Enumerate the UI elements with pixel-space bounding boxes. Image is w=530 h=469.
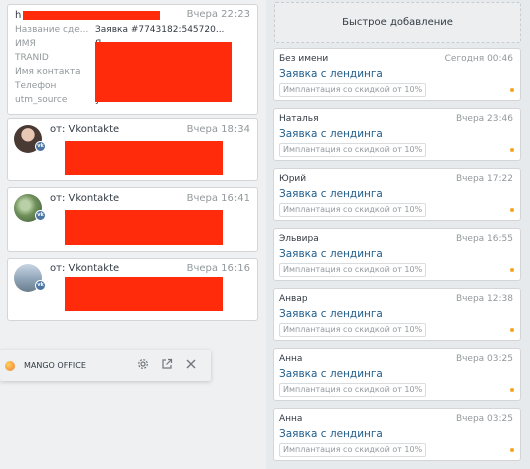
message-time: Вчера 16:16 xyxy=(186,263,250,274)
vk-icon: vk xyxy=(35,141,46,152)
lead-card[interactable]: Эльвира Вчера 16:55 Заявка с лендинга Им… xyxy=(273,228,521,281)
field-label: Имя контакта xyxy=(15,67,81,77)
vk-icon: vk xyxy=(35,280,46,291)
lead-name: Анна xyxy=(279,354,303,364)
lead-time: Вчера 23:46 xyxy=(455,114,513,124)
mango-office-label: MANGO OFFICE xyxy=(24,361,86,370)
lead-title-link[interactable]: Заявка с лендинга xyxy=(279,308,383,320)
mango-logo-icon xyxy=(5,361,15,371)
deal-field-row: ИМЯЯ xyxy=(15,39,101,49)
mango-office-widget[interactable]: MANGO OFFICE xyxy=(0,350,211,381)
left-feed: h Вчера 22:23 Название сде... Заявка #774… xyxy=(0,0,266,469)
lead-title-link[interactable]: Заявка с лендинга xyxy=(279,128,383,140)
external-link-icon[interactable] xyxy=(160,358,174,372)
message-time: Вчера 16:41 xyxy=(186,193,250,204)
lead-title-link[interactable]: Заявка с лендинга xyxy=(279,68,383,80)
lead-card[interactable]: Наталья Вчера 23:46 Заявка с лендинга Им… xyxy=(273,108,521,161)
deal-field-row: Имя контакта xyxy=(15,67,95,77)
lead-name: Наталья xyxy=(279,114,319,124)
deal-field-row: Телефон xyxy=(15,81,95,91)
lead-card[interactable]: Анна Вчера 03:25 Заявка с лендинга Импла… xyxy=(273,408,521,461)
quick-add-button[interactable]: Быстрое добавление xyxy=(274,2,521,43)
lead-title-link[interactable]: Заявка с лендинга xyxy=(279,248,383,260)
field-label: Название сде... xyxy=(15,25,89,35)
lead-title-link[interactable]: Заявка с лендинга xyxy=(279,368,383,380)
message-time: Вчера 18:34 xyxy=(186,124,250,135)
lead-title-link[interactable]: Заявка с лендинга xyxy=(279,188,383,200)
message-card[interactable]: vk от: Vkontakte Вчера 16:41 xyxy=(7,187,258,252)
status-dot xyxy=(510,268,514,272)
lead-title-link[interactable]: Заявка с лендинга xyxy=(279,428,383,440)
field-label: Телефон xyxy=(15,81,57,91)
field-value: Заявка #7743182:545720... xyxy=(95,25,225,35)
status-dot xyxy=(510,328,514,332)
deal-card-prefix: h xyxy=(15,10,22,21)
lead-tag: Имплантация со скидкой от 10% xyxy=(279,143,427,157)
lead-name: Анвар xyxy=(279,294,308,304)
status-dot xyxy=(510,148,514,152)
message-from: от: Vkontakte xyxy=(50,263,120,274)
lead-time: Сегодня 00:46 xyxy=(444,54,513,64)
message-card[interactable]: vk от: Vkontakte Вчера 18:34 xyxy=(7,118,258,181)
lead-tag: Имплантация со скидкой от 10% xyxy=(279,383,427,397)
deal-field-row: TRANID xyxy=(15,53,95,63)
field-label: ИМЯ xyxy=(15,39,36,49)
status-dot xyxy=(510,208,514,212)
lead-time: Вчера 12:38 xyxy=(455,294,513,304)
redacted-block xyxy=(23,11,160,20)
field-label: utm_source xyxy=(15,95,68,105)
deal-card[interactable]: h Вчера 22:23 Название сде... Заявка #774… xyxy=(7,4,258,115)
field-label: TRANID xyxy=(15,53,49,63)
lead-name: Без имени xyxy=(279,54,329,64)
message-from: от: Vkontakte xyxy=(50,124,120,135)
status-dot xyxy=(510,448,514,452)
lead-tag: Имплантация со скидкой от 10% xyxy=(279,203,427,217)
lead-time: Вчера 16:55 xyxy=(455,234,513,244)
lead-tag: Имплантация со скидкой от 10% xyxy=(279,323,427,337)
lead-time: Вчера 03:25 xyxy=(455,414,513,424)
deal-field-row: Название сде... Заявка #7743182:545720... xyxy=(15,25,224,35)
lead-name: Эльвира xyxy=(279,234,319,244)
lead-tag: Имплантация со скидкой от 10% xyxy=(279,83,427,97)
redacted-block xyxy=(65,141,223,175)
lead-card[interactable]: Юрий Вчера 17:22 Заявка с лендинга Импла… xyxy=(273,168,521,221)
lead-card[interactable]: Анна Вчера 03:25 Заявка с лендинга Импла… xyxy=(273,348,521,401)
lead-tag: Имплантация со скидкой от 10% xyxy=(279,443,427,457)
close-icon[interactable] xyxy=(184,358,198,372)
status-dot xyxy=(510,88,514,92)
status-dot xyxy=(510,388,514,392)
vk-icon: vk xyxy=(35,210,46,221)
redacted-block xyxy=(65,277,223,311)
lead-time: Вчера 17:22 xyxy=(455,174,513,184)
right-leads-column: Быстрое добавление Без имени Сегодня 00:… xyxy=(266,0,530,469)
lead-tag: Имплантация со скидкой от 10% xyxy=(279,263,427,277)
redacted-block xyxy=(65,210,223,245)
redacted-block xyxy=(95,42,232,102)
deal-card-time: Вчера 22:23 xyxy=(186,9,250,20)
lead-card[interactable]: Анвар Вчера 12:38 Заявка с лендинга Импл… xyxy=(273,288,521,341)
lead-time: Вчера 03:25 xyxy=(455,354,513,364)
gear-icon[interactable] xyxy=(136,358,150,372)
message-card[interactable]: vk от: Vkontakte Вчера 16:16 xyxy=(7,258,258,321)
lead-name: Юрий xyxy=(279,174,307,184)
lead-name: Анна xyxy=(279,414,303,424)
lead-card[interactable]: Без имени Сегодня 00:46 Заявка с лендинг… xyxy=(273,48,521,101)
message-from: от: Vkontakte xyxy=(50,193,120,204)
